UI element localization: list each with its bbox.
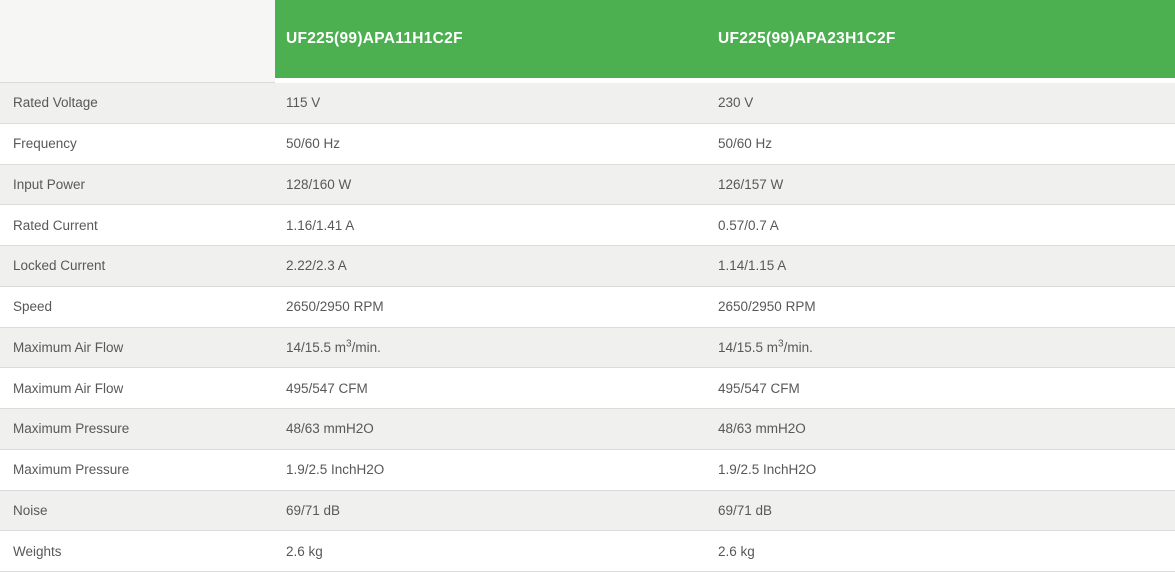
spec-value-model-1: 69/71 dB: [275, 490, 707, 532]
spec-value-model-2: 14/15.5 m3/min.: [707, 327, 1175, 369]
spec-label: Frequency: [0, 123, 275, 165]
spec-table-body: Rated Voltage 115 V 230 V Frequency 50/60 Hz…: [0, 83, 1175, 572]
spec-value-model-2: 2650/2950 RPM: [707, 286, 1175, 328]
product-spec-table: UF225(99)APA11H1C2F UF225(99)APA23H1C2F …: [0, 0, 1175, 572]
spec-label: Rated Voltage: [0, 83, 275, 124]
spec-label: Locked Current: [0, 246, 275, 287]
table-row: Rated Current 1.16/1.41 A 0.57/0.7 A: [0, 205, 1175, 246]
spec-value-model-2: 230 V: [707, 83, 1175, 124]
spec-value-model-1: 2.22/2.3 A: [275, 246, 707, 287]
spec-value-model-1: 48/63 mmH2O: [275, 409, 707, 450]
header-model-1: UF225(99)APA11H1C2F: [275, 0, 707, 83]
header-row: UF225(99)APA11H1C2F UF225(99)APA23H1C2F: [0, 0, 1175, 83]
spec-value-model-2: 1.14/1.15 A: [707, 246, 1175, 287]
spec-label: Input Power: [0, 164, 275, 206]
spec-label: Maximum Pressure: [0, 449, 275, 491]
table-row: Weights 2.6 kg 2.6 kg: [0, 531, 1175, 572]
table-row: Frequency 50/60 Hz 50/60 Hz: [0, 123, 1175, 165]
table-row: Input Power 128/160 W 126/157 W: [0, 164, 1175, 206]
table-row: Locked Current 2.22/2.3 A 1.14/1.15 A: [0, 246, 1175, 287]
spec-value-model-2: 0.57/0.7 A: [707, 205, 1175, 246]
table-row: Noise 69/71 dB 69/71 dB: [0, 490, 1175, 532]
spec-value-model-2: 1.9/2.5 InchH2O: [707, 449, 1175, 491]
table-row: Maximum Pressure 48/63 mmH2O 48/63 mmH2O: [0, 409, 1175, 450]
spec-label: Maximum Air Flow: [0, 368, 275, 409]
spec-label: Speed: [0, 286, 275, 328]
spec-value-model-1: 495/547 CFM: [275, 368, 707, 409]
spec-label: Rated Current: [0, 205, 275, 246]
spec-value-model-2: 2.6 kg: [707, 531, 1175, 572]
spec-value-model-1: 1.16/1.41 A: [275, 205, 707, 246]
spec-label: Noise: [0, 490, 275, 532]
spec-value-model-2: 50/60 Hz: [707, 123, 1175, 165]
header-model-2: UF225(99)APA23H1C2F: [707, 0, 1175, 83]
table-row: Rated Voltage 115 V 230 V: [0, 83, 1175, 124]
spec-value-model-2: 69/71 dB: [707, 490, 1175, 532]
table-row: Speed 2650/2950 RPM 2650/2950 RPM: [0, 286, 1175, 328]
spec-label: Weights: [0, 531, 275, 572]
spec-value-model-1: 2650/2950 RPM: [275, 286, 707, 328]
spec-value-model-1: 115 V: [275, 83, 707, 124]
spec-value-model-2: 126/157 W: [707, 164, 1175, 206]
table-row: Maximum Air Flow 14/15.5 m3/min. 14/15.5 m…: [0, 327, 1175, 369]
table-row: Maximum Pressure 1.9/2.5 InchH2O 1.9/2.5 I…: [0, 449, 1175, 491]
spec-value-model-1: 14/15.5 m3/min.: [275, 327, 707, 369]
spec-label: Maximum Air Flow: [0, 327, 275, 369]
spec-value-model-1: 50/60 Hz: [275, 123, 707, 165]
spec-value-model-1: 2.6 kg: [275, 531, 707, 572]
spec-page: UF225(99)APA11H1C2F UF225(99)APA23H1C2F …: [0, 0, 1175, 572]
spec-value-model-2: 495/547 CFM: [707, 368, 1175, 409]
table-row: Maximum Air Flow 495/547 CFM 495/547 CFM: [0, 368, 1175, 409]
header-corner-cell: [0, 0, 275, 83]
spec-value-model-1: 1.9/2.5 InchH2O: [275, 449, 707, 491]
spec-table-header: UF225(99)APA11H1C2F UF225(99)APA23H1C2F: [0, 0, 1175, 83]
spec-value-model-1: 128/160 W: [275, 164, 707, 206]
spec-value-model-2: 48/63 mmH2O: [707, 409, 1175, 450]
spec-label: Maximum Pressure: [0, 409, 275, 450]
